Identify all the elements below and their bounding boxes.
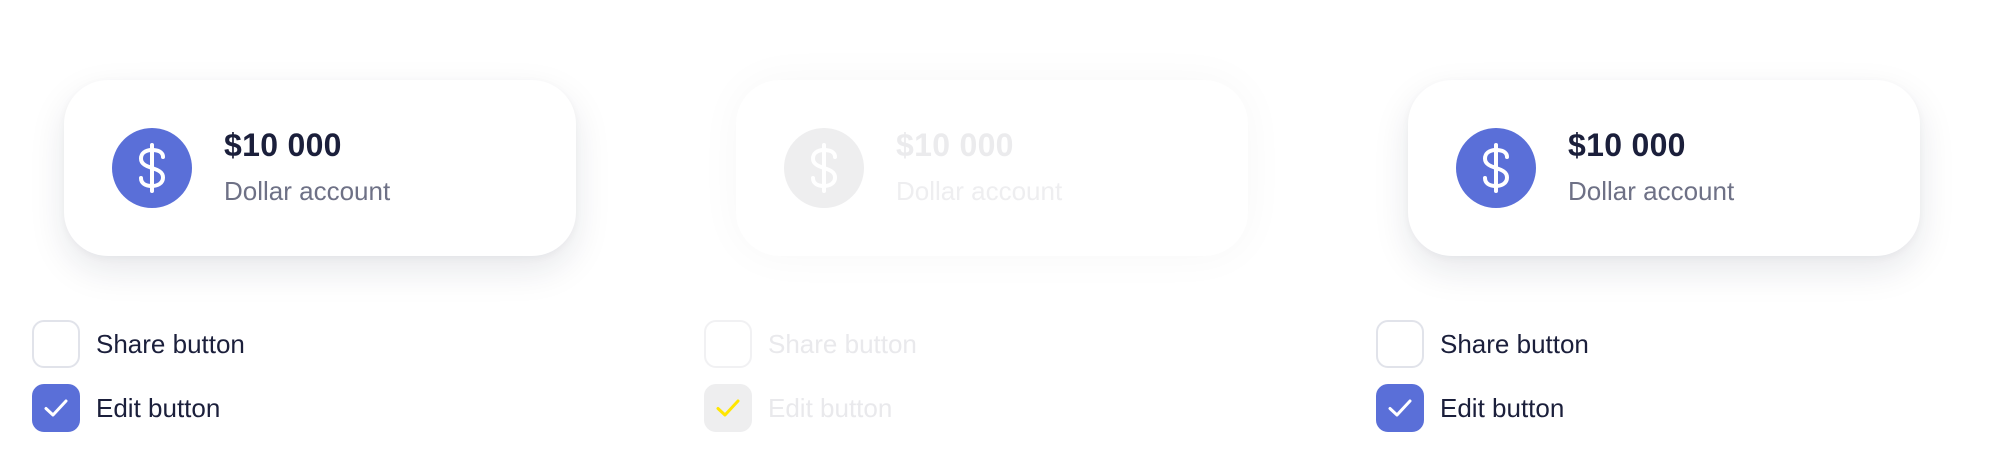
account-balance: $10 000 <box>896 127 1014 163</box>
account-card: $10 000 Dollar account <box>736 80 1248 256</box>
checkmark-icon <box>1388 399 1412 417</box>
checkbox-label: Edit button <box>768 392 893 423</box>
checkmark-icon <box>44 399 68 417</box>
edit-button-option: Edit button <box>704 384 892 432</box>
edit-button-checkbox[interactable] <box>32 384 80 432</box>
account-name: Dollar account <box>224 176 391 206</box>
panel-disabled: $10 000 Dollar account Share button Edit… <box>672 0 1344 464</box>
account-card[interactable]: $10 000 Dollar account <box>64 80 576 256</box>
share-button-option[interactable]: Share button <box>1376 320 1589 368</box>
share-button-checkbox <box>704 320 752 368</box>
dollar-icon <box>784 128 864 208</box>
edit-button-checkbox[interactable] <box>1376 384 1424 432</box>
checkbox-label: Share button <box>96 328 245 359</box>
share-button-option: Share button <box>704 320 917 368</box>
share-button-checkbox[interactable] <box>1376 320 1424 368</box>
checkbox-label: Share button <box>1440 328 1589 359</box>
state-showcase: $10 000 Dollar account Share button Edit… <box>0 0 2016 464</box>
checkbox-label: Share button <box>768 328 917 359</box>
dollar-icon <box>112 128 192 208</box>
account-name: Dollar account <box>1568 176 1735 206</box>
account-name: Dollar account <box>896 176 1063 206</box>
checkbox-label: Edit button <box>96 392 221 423</box>
share-button-option[interactable]: Share button <box>32 320 245 368</box>
edit-button-option[interactable]: Edit button <box>32 384 220 432</box>
account-card[interactable]: $10 000 Dollar account <box>1408 80 1920 256</box>
checkbox-label: Edit button <box>1440 392 1565 423</box>
share-button-checkbox[interactable] <box>32 320 80 368</box>
edit-button-option[interactable]: Edit button <box>1376 384 1564 432</box>
account-balance: $10 000 <box>224 127 342 163</box>
edit-button-checkbox <box>704 384 752 432</box>
panel-default-left: $10 000 Dollar account Share button Edit… <box>0 0 672 464</box>
account-balance: $10 000 <box>1568 127 1686 163</box>
checkmark-icon <box>716 399 740 417</box>
dollar-icon <box>1456 128 1536 208</box>
panel-default-right: $10 000 Dollar account Share button Edit… <box>1344 0 2016 464</box>
